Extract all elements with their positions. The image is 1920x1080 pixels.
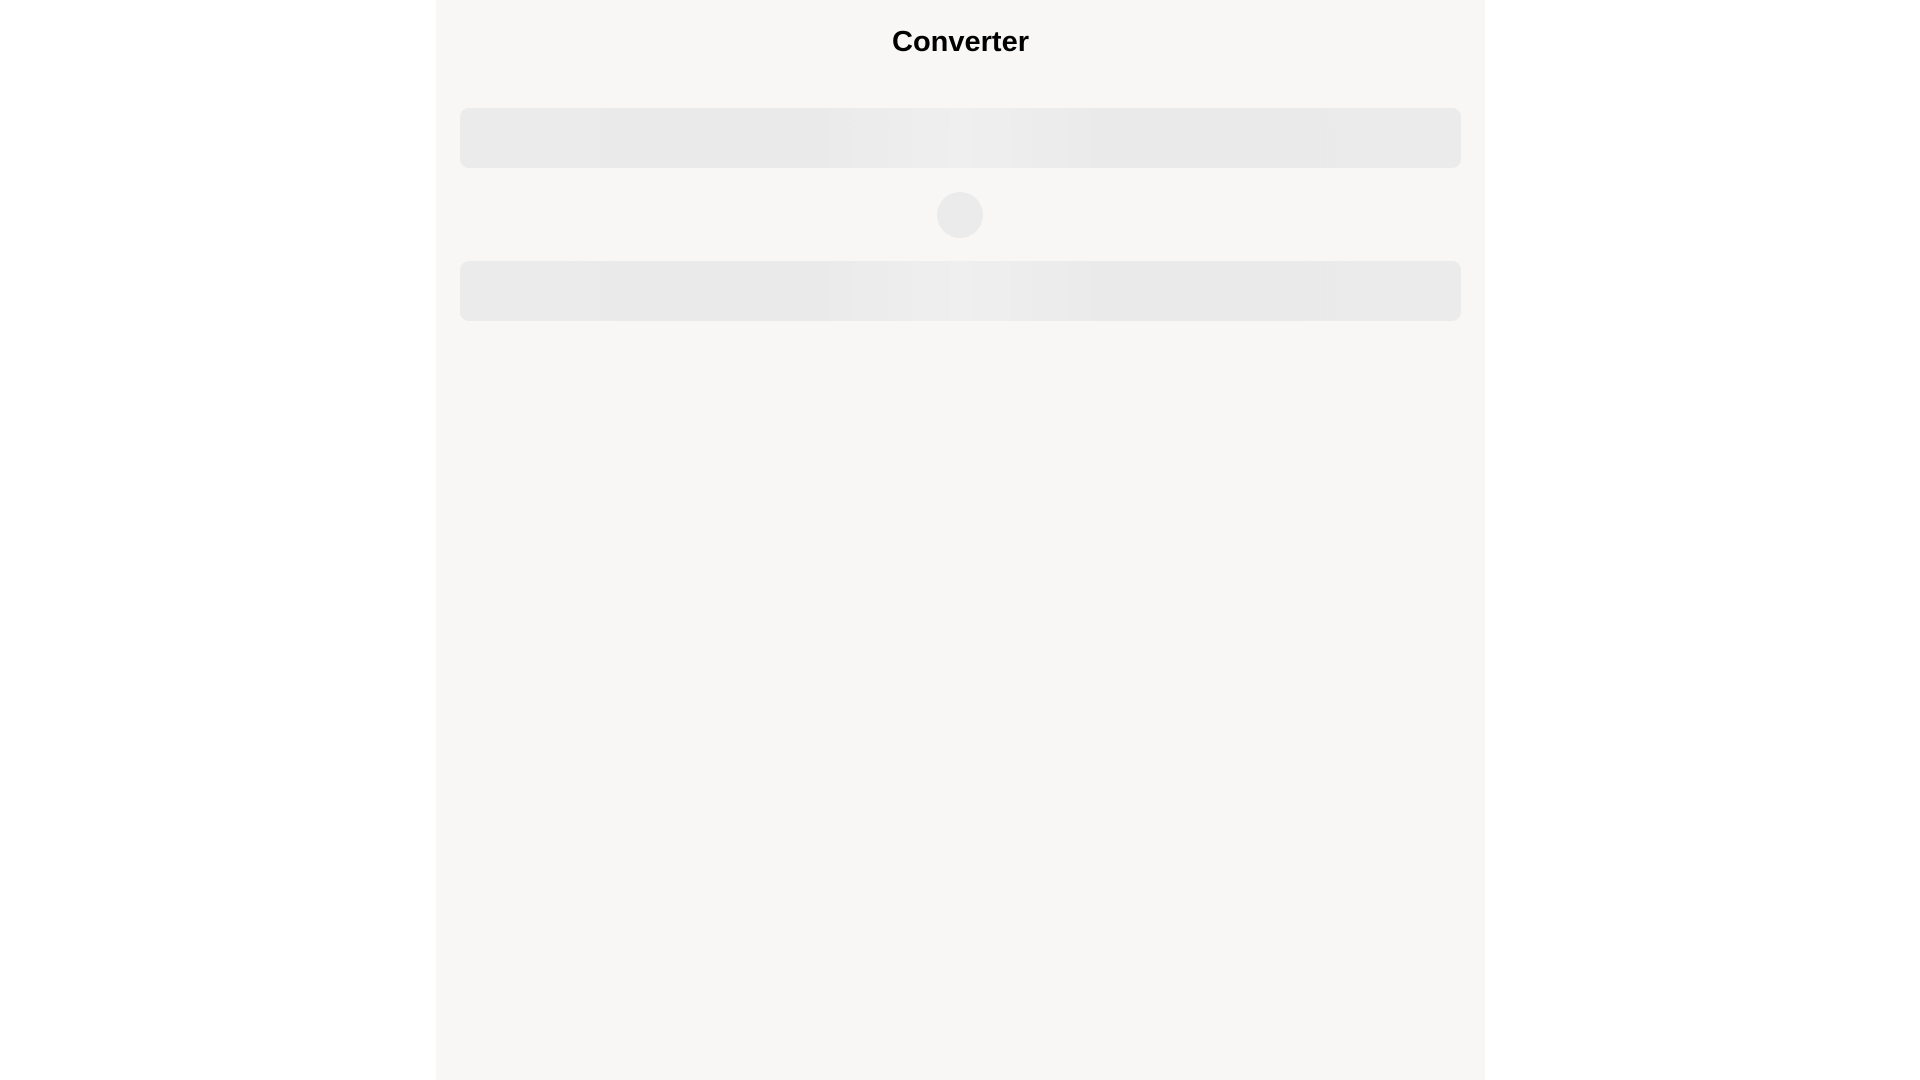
to-field-loading-placeholder (460, 261, 1461, 321)
converter-panel: Converter (436, 0, 1485, 1080)
page-title: Converter (892, 26, 1029, 58)
swap-button-loading-placeholder (937, 192, 983, 238)
from-field-loading-placeholder (460, 108, 1461, 168)
